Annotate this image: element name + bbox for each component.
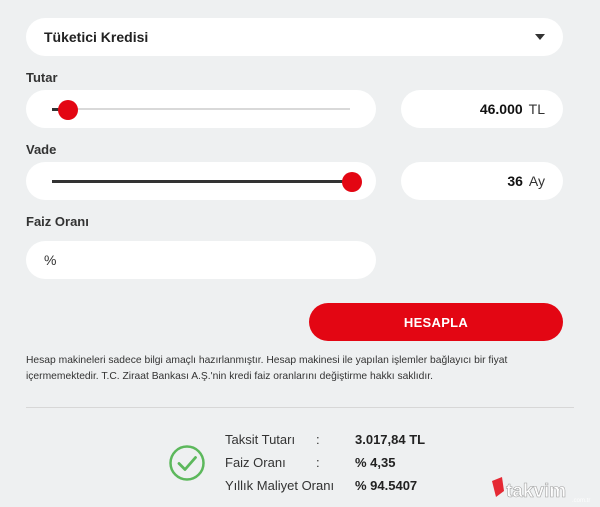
result-separator: : <box>316 432 320 447</box>
rate-input[interactable]: % <box>26 241 376 279</box>
term-slider[interactable] <box>26 162 376 200</box>
result-label: Faiz Oranı <box>225 455 286 470</box>
result-value: 3.017,84 TL <box>355 432 426 447</box>
amount-value: 46.000 <box>479 101 523 117</box>
disclaimer-line-1: Hesap makineleri sadece bilgi amaçlı haz… <box>26 355 508 366</box>
calculate-button[interactable]: HESAPLA <box>309 303 563 341</box>
divider <box>26 407 574 408</box>
loan-type-value: Tüketici Kredisi <box>44 29 149 45</box>
term-value: 36 <box>507 173 523 189</box>
svg-text:.com.tr: .com.tr <box>572 498 590 504</box>
result-row-installment: Taksit Tutarı : 3.017,84 TL <box>0 432 600 450</box>
amount-input[interactable]: 46.000 TL <box>401 90 563 128</box>
amount-slider-thumb[interactable] <box>58 100 78 120</box>
amount-slider[interactable] <box>26 90 376 128</box>
amount-label: Tutar <box>26 70 58 85</box>
result-label: Taksit Tutarı <box>225 432 296 447</box>
result-row-interest-rate: Faiz Oranı : % 4,35 <box>0 455 600 473</box>
term-input[interactable]: 36 Ay <box>401 162 563 200</box>
result-value: % 94.5407 <box>355 478 418 493</box>
amount-slider-track <box>52 108 350 110</box>
chevron-down-icon <box>535 34 545 40</box>
percent-prefix: % <box>44 252 57 268</box>
takvim-watermark-logo: takvim .com.tr <box>490 475 598 505</box>
term-slider-thumb[interactable] <box>342 172 362 192</box>
term-slider-fill <box>52 180 350 183</box>
result-separator: : <box>316 455 320 470</box>
loan-type-select[interactable]: Tüketici Kredisi <box>26 18 563 56</box>
disclaimer-line-2: içermemektedir. T.C. Ziraat Bankası A.Ş.… <box>26 371 433 382</box>
term-label: Vade <box>26 142 57 157</box>
result-value: % 4,35 <box>355 455 396 470</box>
disclaimer-text: Hesap makineleri sadece bilgi amaçlı haz… <box>26 353 574 385</box>
result-separator: : <box>316 478 320 493</box>
rate-label: Faiz Oranı <box>26 214 89 229</box>
amount-unit: TL <box>528 101 545 117</box>
svg-text:takvim: takvim <box>506 481 566 502</box>
term-unit: Ay <box>528 173 545 189</box>
